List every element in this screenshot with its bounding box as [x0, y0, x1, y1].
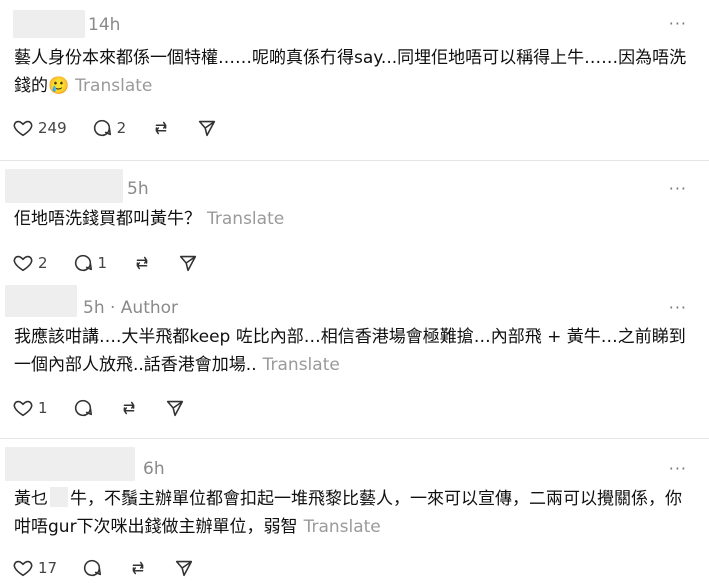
avatar[interactable] — [5, 447, 135, 481]
avatar[interactable] — [5, 285, 77, 317]
reply-count: 1 — [97, 254, 108, 272]
post-3: 5h · Author ··· 我應該咁講….大半飛都keep 咗比內部…相信香… — [0, 281, 709, 438]
repost-button[interactable] — [150, 117, 172, 139]
send-icon — [199, 120, 216, 137]
repost-button[interactable] — [127, 557, 149, 579]
post-time: 14h — [88, 15, 121, 35]
like-button[interactable]: 2 — [12, 252, 48, 274]
comment-icon — [84, 559, 102, 577]
reply-button[interactable]: 1 — [72, 252, 108, 274]
repost-icon — [155, 121, 167, 135]
reply-button[interactable] — [81, 557, 103, 579]
redacted-character — [50, 487, 68, 507]
post-time: 5h · Author — [83, 298, 178, 318]
translate-link[interactable]: Translate — [263, 355, 340, 375]
heart-icon — [13, 120, 33, 137]
post-text-content: 佢地唔洗錢買都叫黃牛？ — [14, 209, 201, 229]
like-button[interactable]: 249 — [12, 117, 67, 139]
action-bar: 249 2 — [12, 116, 242, 140]
post-text-content: 我應該咁講….大半飛都keep 咗比內部…相信香港場會極難搶…內部飛 + 黃牛…… — [14, 327, 686, 375]
share-button[interactable] — [196, 117, 218, 139]
more-button[interactable]: ··· — [669, 298, 687, 317]
reply-button[interactable]: 2 — [91, 117, 127, 139]
heart-icon — [13, 560, 33, 577]
post-2: 5h ··· 佢地唔洗錢買都叫黃牛？ Translate 2 1 — [0, 161, 709, 281]
repost-button[interactable] — [131, 252, 153, 274]
post-1: 14h ··· 藝人身份本來都係一個特權……呢啲真係冇得say...同埋佢地唔可… — [0, 0, 709, 160]
comment-icon — [74, 254, 92, 272]
post-4: 6h ··· 黃乜 牛，不鬚主辦單位都會扣起一堆飛黎比藝人，一來可以宣傳，二兩可以… — [0, 439, 709, 583]
more-button[interactable]: ··· — [669, 179, 687, 198]
like-button[interactable]: 17 — [12, 557, 57, 579]
repost-icon — [132, 561, 144, 575]
post-text: 佢地唔洗錢買都叫黃牛？ Translate — [14, 205, 691, 233]
action-bar: 17 — [12, 556, 219, 580]
comment-icon — [74, 399, 92, 417]
more-button[interactable]: ··· — [669, 459, 687, 478]
share-button[interactable] — [173, 557, 195, 579]
post-text: 藝人身份本來都係一個特權……呢啲真係冇得say...同埋佢地唔可以稱得上牛……因… — [14, 44, 691, 100]
like-count: 1 — [38, 399, 48, 417]
send-icon — [179, 255, 197, 272]
repost-button[interactable] — [118, 397, 140, 419]
translate-link[interactable]: Translate — [207, 209, 284, 229]
heart-icon — [13, 400, 33, 417]
reply-count: 2 — [116, 119, 127, 137]
post-text: 我應該咁講….大半飛都keep 咗比內部…相信香港場會極難搶…內部飛 + 黃牛…… — [14, 323, 691, 379]
like-count: 2 — [38, 254, 48, 272]
post-time-label: 5h — [83, 298, 105, 318]
avatar[interactable] — [5, 169, 123, 203]
translate-link[interactable]: Translate — [304, 517, 381, 537]
comment-icon — [93, 119, 111, 137]
translate-link[interactable]: Translate — [75, 76, 152, 96]
action-bar: 2 1 — [12, 251, 223, 275]
post-time: 5h — [127, 179, 149, 199]
post-text-before: 黃乜 — [14, 489, 48, 509]
like-count: 17 — [38, 559, 58, 577]
avatar[interactable] — [13, 10, 85, 38]
heart-icon — [13, 255, 33, 272]
like-count: 249 — [38, 119, 67, 137]
send-icon — [175, 560, 193, 577]
more-button[interactable]: ··· — [669, 14, 687, 33]
reply-button[interactable] — [72, 397, 94, 419]
like-button[interactable]: 1 — [12, 397, 48, 419]
post-text: 黃乜 牛，不鬚主辦單位都會扣起一堆飛黎比藝人，一來可以宣傳，二兩可以攪關係，你咁唔… — [14, 485, 691, 541]
share-button[interactable] — [177, 252, 199, 274]
action-bar: 1 — [12, 396, 210, 420]
post-time: 6h — [143, 459, 165, 479]
send-icon — [166, 400, 183, 417]
repost-icon — [123, 401, 134, 415]
share-button[interactable] — [164, 397, 186, 419]
repost-icon — [136, 256, 148, 270]
author-tag: · Author — [110, 298, 179, 318]
